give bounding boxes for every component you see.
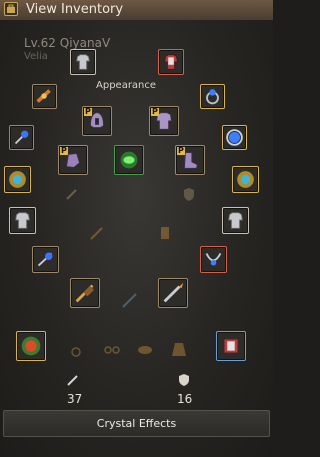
weapon-empty-icon — [120, 290, 140, 310]
alchemy-stone-slot-left[interactable] — [4, 166, 31, 193]
dagger-empty-icon — [88, 224, 106, 242]
underwear-empty-icon — [158, 224, 172, 242]
necklace-slot[interactable] — [200, 246, 227, 273]
shield-slot-empty-icon — [181, 186, 197, 202]
earring-slot-right[interactable] — [222, 125, 247, 150]
glasses-empty-icon — [103, 344, 121, 356]
attack-value: 37 — [67, 392, 83, 406]
appearance-costume-slot[interactable] — [158, 49, 184, 75]
earring-slot-lower-left[interactable] — [32, 246, 59, 273]
appearance-armor-slot[interactable] — [70, 49, 96, 75]
underwear-costume-slot[interactable] — [216, 331, 246, 361]
cloak-empty-icon — [170, 340, 188, 358]
character-level-name: Lv.62 QiyanaV — [24, 36, 111, 50]
window-title: View Inventory — [26, 2, 124, 17]
sword-slot-empty-icon — [64, 186, 80, 202]
boots-slot[interactable]: P — [175, 145, 205, 175]
mask-empty-icon — [136, 344, 154, 356]
ring-slot-right[interactable] — [200, 84, 225, 109]
attack-icon — [66, 372, 80, 391]
premium-badge: P — [84, 107, 92, 116]
belt-slot[interactable] — [32, 84, 57, 109]
view-inventory-window: View Inventory Lv.62 QiyanaV Velia Appea… — [0, 0, 273, 457]
crest-slot[interactable] — [16, 331, 46, 361]
premium-badge: P — [177, 146, 185, 155]
appearance-label: Appearance — [96, 80, 157, 91]
title-bar[interactable]: View Inventory — [0, 0, 273, 21]
premium-badge: P — [151, 107, 159, 116]
defense-value: 16 — [177, 392, 193, 406]
earring-empty-icon — [69, 342, 83, 360]
crystal-effects-button[interactable]: Crystal Effects — [3, 410, 270, 437]
main-weapon-slot[interactable] — [158, 278, 188, 308]
armor-appearance-slot-right[interactable] — [222, 207, 249, 234]
premium-badge: P — [60, 146, 68, 155]
armor-appearance-slot-left[interactable] — [9, 207, 36, 234]
alchemy-stone-slot-right[interactable] — [232, 166, 259, 193]
defense-icon — [177, 372, 191, 391]
character-info: Lv.62 QiyanaV Velia — [24, 36, 110, 64]
inventory-icon — [4, 2, 18, 16]
artifact-slot[interactable] — [114, 145, 144, 175]
earring-slot-left[interactable] — [9, 125, 34, 150]
awakening-weapon-slot[interactable] — [70, 278, 100, 308]
helmet-slot[interactable]: P — [82, 106, 112, 136]
armor-slot[interactable]: P — [149, 106, 179, 136]
character-realm: Velia — [24, 51, 48, 62]
gloves-slot[interactable]: P — [58, 145, 88, 175]
